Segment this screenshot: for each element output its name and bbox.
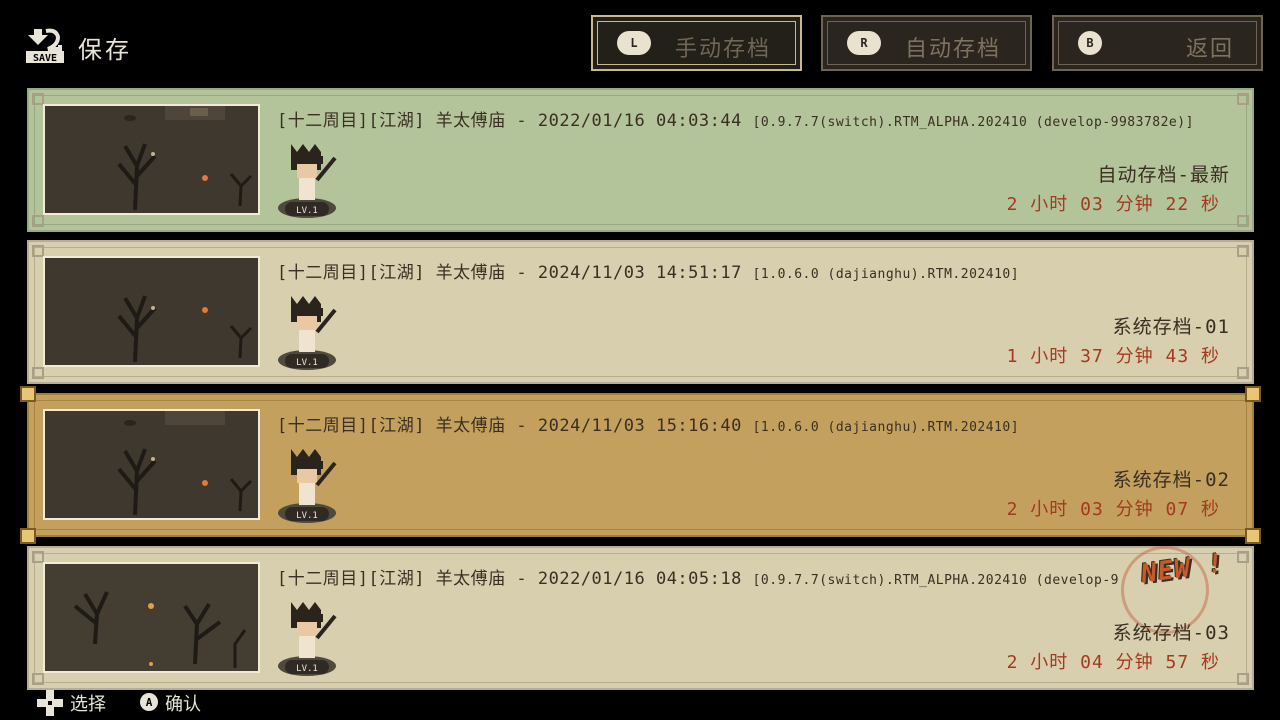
- back-button[interactable]: B 返回: [1052, 15, 1263, 71]
- save-title: [十二周目][江湖] 羊太傅庙 - 2022/01/16 04:05:18 [0…: [277, 569, 1119, 589]
- tab-label: 自动存档: [905, 37, 1002, 62]
- save-slot-latest[interactable]: [十二周目][江湖] 羊太傅庙 - 2022/01/16 04:03:44 [0…: [27, 88, 1254, 232]
- playtime: 2 小时 03 分钟 07 秒: [1006, 499, 1220, 520]
- svg-text:LV.1: LV.1: [296, 664, 318, 674]
- save-title: [十二周目][江湖] 羊太傅庙 - 2022/01/16 04:03:44 [0…: [277, 111, 1194, 131]
- svg-text:LV.1: LV.1: [296, 358, 318, 368]
- corner-ornament: [1237, 245, 1249, 257]
- svg-text:LV.1: LV.1: [296, 206, 318, 216]
- selection-corner: [1245, 386, 1261, 402]
- button-hints: 选择 A 确认: [0, 690, 1280, 720]
- save-slot-01[interactable]: [十二周目][江湖] 羊太傅庙 - 2024/11/03 14:51:17 [1…: [27, 240, 1254, 384]
- save-icon: SAVE: [26, 28, 64, 63]
- corner-ornament: [32, 215, 44, 227]
- save-thumbnail: [43, 562, 260, 673]
- save-slot-name: 系统存档-03: [1112, 622, 1230, 644]
- b-button-icon: B: [1078, 31, 1102, 55]
- r-button-icon: R: [847, 31, 881, 55]
- page-title: 保存: [78, 36, 132, 64]
- header: SAVE 保存 L 手动存档 R 自动存档 B 返回: [0, 0, 1280, 88]
- corner-ornament: [1237, 673, 1249, 685]
- character-avatar: LV.1: [278, 602, 337, 676]
- select-hint-label: 选择: [70, 694, 106, 715]
- save-title: [十二周目][江湖] 羊太傅庙 - 2024/11/03 15:16:40 [1…: [277, 416, 1020, 436]
- l-button-icon: L: [617, 31, 651, 55]
- character-avatar: LV.1: [278, 296, 337, 370]
- playtime: 2 小时 04 分钟 57 秒: [1006, 652, 1220, 673]
- selection-corner: [20, 528, 36, 544]
- a-button-icon: A: [140, 693, 158, 711]
- save-thumbnail: [43, 409, 260, 520]
- tab-manual-save[interactable]: L 手动存档: [591, 15, 802, 71]
- character-avatar: LV.1: [278, 144, 337, 218]
- corner-ornament: [1237, 551, 1249, 563]
- svg-text:LV.1: LV.1: [296, 511, 318, 521]
- corner-ornament: [32, 367, 44, 379]
- playtime: 1 小时 37 分钟 43 秒: [1006, 346, 1220, 367]
- save-slot-name: 系统存档-01: [1112, 316, 1230, 338]
- save-slot-name: 系统存档-02: [1112, 469, 1230, 491]
- playtime: 2 小时 03 分钟 22 秒: [1006, 194, 1220, 215]
- save-thumbnail: [43, 256, 260, 367]
- corner-ornament: [1237, 367, 1249, 379]
- save-thumbnail: [43, 104, 260, 215]
- tab-label: 返回: [1186, 37, 1235, 62]
- save-slot-name: 自动存档-最新: [1097, 164, 1230, 186]
- save-slot-03[interactable]: [十二周目][江湖] 羊太傅庙 - 2022/01/16 04:05:18 [0…: [27, 546, 1254, 690]
- character-avatar: LV.1: [278, 449, 337, 523]
- save-slot-02[interactable]: [十二周目][江湖] 羊太傅庙 - 2024/11/03 15:16:40 [1…: [20, 386, 1261, 544]
- dpad-icon: [37, 690, 63, 716]
- save-title: [十二周目][江湖] 羊太傅庙 - 2024/11/03 14:51:17 [1…: [277, 263, 1020, 283]
- tab-label: 手动存档: [675, 37, 772, 62]
- corner-ornament: [1237, 93, 1249, 105]
- corner-ornament: [1237, 215, 1249, 227]
- selection-corner: [20, 386, 36, 402]
- corner-ornament: [32, 673, 44, 685]
- selection-corner: [1245, 528, 1261, 544]
- svg-text:SAVE: SAVE: [33, 53, 57, 63]
- tab-auto-save[interactable]: R 自动存档: [821, 15, 1032, 71]
- confirm-hint-label: 确认: [165, 694, 201, 715]
